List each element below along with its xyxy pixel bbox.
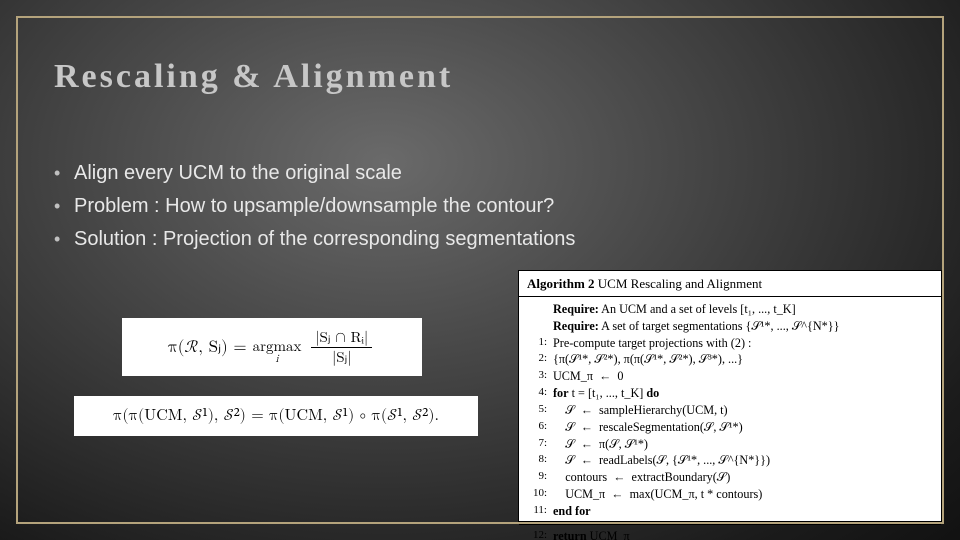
slide-title: Rescaling & Alignment [54,58,453,96]
algorithm-box: Algorithm 2 UCM Rescaling and Alignment … [518,270,942,522]
bullet-item: • Problem : How to upsample/downsample t… [54,191,920,222]
algo-line: 11:end for [527,503,933,520]
algo-line: 1:Pre-compute target projections with (2… [527,335,933,352]
bullet-list: • Align every UCM to the original scale … [54,158,920,257]
algo-line: 5: 𝒮 ← sampleHierarchy(UCM, t) [527,402,933,419]
bullet-text: Align every UCM to the original scale [74,158,402,189]
equation-projection: π(ℛ, Sⱼ) = argmax i |Sⱼ ∩ Rᵢ| |Sⱼ| [122,318,422,376]
algo-line: 7: 𝒮 ← π(𝒮, 𝒮¹*) [527,436,933,453]
algo-title: Algorithm 2 UCM Rescaling and Alignment [519,271,941,297]
algo-line: 3:UCM_π ← 0 [527,368,933,385]
algo-line: 2:{π(𝒮¹*, 𝒮²*), π(π(𝒮¹*, 𝒮²*), 𝒮³*), ...… [527,351,933,368]
algo-require: Require: A set of target segmentations {… [527,318,933,335]
eq1-argmax: argmax i [253,339,302,365]
bullet-text: Problem : How to upsample/downsample the… [74,191,554,222]
algo-line: 10: UCM_π ← max(UCM_π, t * contours) [527,486,933,503]
eq1-lhs: π(ℛ, Sⱼ) = [168,337,247,358]
bullet-dot-icon: • [54,224,74,255]
eq2-text: π(π(UCM, 𝒮¹), 𝒮²) = π(UCM, 𝒮¹) ∘ π(𝒮¹, 𝒮… [113,406,439,426]
algo-line: 4:for t = [t₁, ..., t_K] do [527,385,933,402]
algo-line: 9: contours ← extractBoundary(𝒮) [527,469,933,486]
algo-line: 6: 𝒮 ← rescaleSegmentation(𝒮, 𝒮¹*) [527,419,933,436]
bullet-text: Solution : Projection of the correspondi… [74,224,575,255]
algo-return: 12:return UCM_π [519,525,941,540]
equation-composition: π(π(UCM, 𝒮¹), 𝒮²) = π(UCM, 𝒮¹) ∘ π(𝒮¹, 𝒮… [74,396,478,436]
bullet-dot-icon: • [54,158,74,189]
bullet-item: • Solution : Projection of the correspon… [54,224,920,255]
algo-body: Require: An UCM and a set of levels [t₁,… [519,297,941,525]
bullet-dot-icon: • [54,191,74,222]
slide: Rescaling & Alignment • Align every UCM … [0,0,960,540]
eq1-fraction: |Sⱼ ∩ Rᵢ| |Sⱼ| [311,328,372,367]
algo-line: 8: 𝒮 ← readLabels(𝒮, {𝒮¹*, ..., 𝒮^{N*}}) [527,452,933,469]
algo-require: Require: An UCM and a set of levels [t₁,… [527,301,933,318]
bullet-item: • Align every UCM to the original scale [54,158,920,189]
